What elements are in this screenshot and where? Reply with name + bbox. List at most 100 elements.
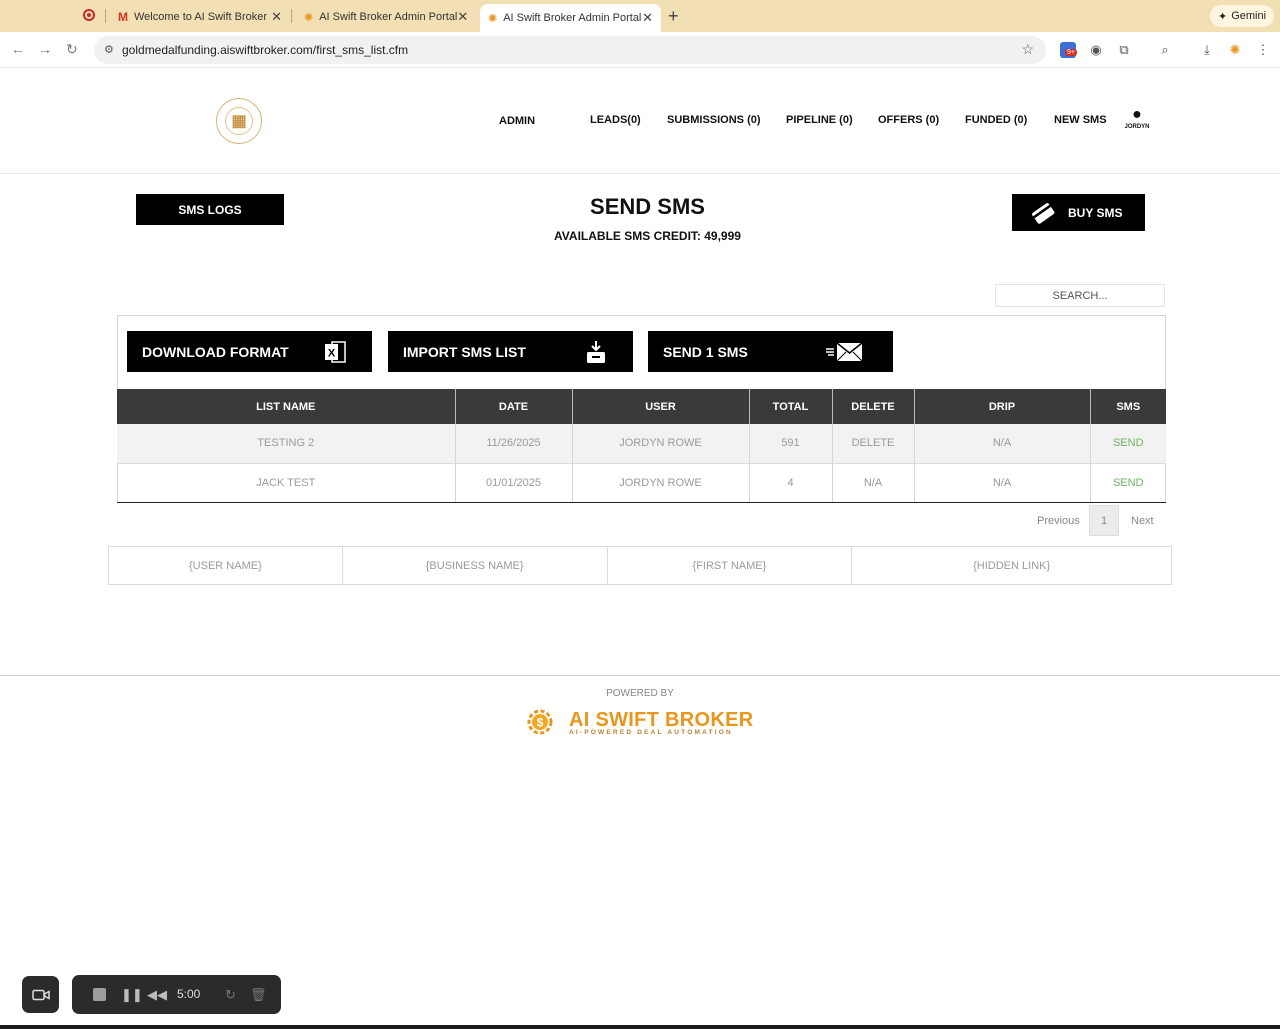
tab-welcome[interactable]: M Welcome to AI Swift Broker · ✕: [110, 4, 290, 30]
send-1-sms-button[interactable]: SEND 1 SMS: [648, 331, 893, 372]
tab-title: AI Swift Broker Admin Portal: [319, 11, 458, 23]
column-header-sms[interactable]: SMS: [1090, 389, 1166, 424]
gemini-label: Gemini: [1231, 10, 1267, 22]
cell-delete: N/A: [832, 463, 915, 503]
footer-brand-logo[interactable]: $ AI SWIFT BROKER AI-POWERED DEAL AUTOMA…: [522, 704, 762, 742]
nav-submissions[interactable]: SUBMISSIONS (0): [667, 114, 761, 126]
tab-admin-portal-1[interactable]: ✺ AI Swift Broker Admin Portal ✕: [296, 4, 474, 30]
stop-icon[interactable]: [93, 988, 106, 1001]
close-tab-icon[interactable]: ✕: [642, 10, 653, 26]
gmail-icon: M: [118, 10, 128, 24]
gemini-button[interactable]: ✦ Gemini: [1210, 5, 1275, 27]
cell-user: JORDYN ROWE: [572, 424, 750, 464]
column-header-drip[interactable]: DRIP: [914, 389, 1091, 424]
video-camera-icon: [31, 989, 50, 1000]
close-tab-icon[interactable]: ✕: [271, 9, 282, 25]
reload-icon[interactable]: ↻: [66, 41, 78, 58]
pagination-next[interactable]: Next: [1131, 515, 1154, 527]
address-bar[interactable]: ⚙ goldmedalfunding.aiswiftbroker.com/fir…: [94, 36, 1046, 64]
download-icon[interactable]: ⤓: [1199, 42, 1215, 58]
sms-logs-button[interactable]: SMS LOGS: [136, 194, 284, 225]
svg-text:X: X: [328, 348, 336, 360]
company-logo[interactable]: ▦: [216, 98, 262, 144]
nav-new-sms[interactable]: NEW SMS: [1054, 114, 1107, 126]
import-sms-list-button[interactable]: IMPORT SMS LIST: [388, 331, 633, 372]
cell-list-name: JACK TEST: [117, 463, 456, 503]
page-title: SEND SMS: [590, 194, 705, 219]
new-tab-icon[interactable]: +: [668, 6, 679, 27]
column-header-delete[interactable]: DELETE: [832, 389, 915, 424]
buy-sms-label: BUY SMS: [1068, 205, 1123, 220]
token-row: {USER NAME} {BUSINESS NAME} {FIRST NAME}…: [108, 546, 1172, 585]
menu-kebab-icon[interactable]: ⋮: [1255, 42, 1271, 58]
send-link[interactable]: SEND: [1090, 424, 1166, 464]
pagination-current-page[interactable]: 1: [1089, 505, 1119, 536]
table-row: JACK TEST 01/01/2025 JORDYN ROWE 4 N/A N…: [117, 463, 1166, 503]
bookmark-star-icon[interactable]: ☆: [1021, 41, 1034, 58]
user-menu[interactable]: ● JORDYN: [1122, 106, 1152, 130]
tab-title: Welcome to AI Swift Broker ·: [134, 11, 272, 23]
column-header-date[interactable]: DATE: [455, 389, 573, 424]
nav-funded[interactable]: FUNDED (0): [965, 114, 1027, 126]
user-icon: ●: [1132, 106, 1142, 123]
site-settings-icon[interactable]: ⚙: [104, 43, 114, 56]
camera-toggle-button[interactable]: [22, 976, 59, 1013]
footer-divider: [0, 675, 1280, 676]
sparkle-icon: ✦: [1218, 10, 1228, 23]
tab-separator: [291, 9, 292, 23]
browser-toolbar: ← → ↻ ⚙ goldmedalfunding.aiswiftbroker.c…: [0, 32, 1280, 68]
merge-tokens-table: {USER NAME} {BUSINESS NAME} {FIRST NAME}…: [108, 546, 1172, 585]
profile-avatar-icon[interactable]: ✺: [1227, 42, 1243, 58]
rewind-icon[interactable]: ◀◀: [147, 987, 167, 1003]
sun-favicon-icon: ✺: [304, 11, 314, 24]
token-hidden-link[interactable]: {HIDDEN LINK}: [851, 546, 1172, 585]
extension-globe-icon[interactable]: ◉: [1088, 42, 1104, 58]
cell-date: 01/01/2025: [455, 463, 573, 503]
forward-icon[interactable]: →: [38, 41, 52, 57]
column-header-list-name[interactable]: LIST NAME: [117, 389, 456, 424]
nav-pipeline[interactable]: PIPELINE (0): [786, 114, 853, 126]
nav-offers[interactable]: OFFERS (0): [878, 114, 939, 126]
nav-admin[interactable]: ADMIN: [499, 115, 535, 127]
pause-icon[interactable]: ❚❚: [121, 987, 143, 1003]
url-text: goldmedalfunding.aiswiftbroker.com/first…: [122, 43, 409, 57]
close-tab-icon[interactable]: ✕: [457, 9, 468, 25]
credit-card-icon: [1032, 202, 1055, 224]
column-header-total[interactable]: TOTAL: [749, 389, 833, 424]
nav-leads[interactable]: LEADS(0): [590, 114, 641, 126]
trash-icon[interactable]: 🗑: [250, 987, 267, 1003]
table-header-row: LIST NAME DATE USER TOTAL DELETE DRIP SM…: [117, 389, 1166, 424]
column-header-user[interactable]: USER: [572, 389, 750, 424]
send-link[interactable]: SEND: [1090, 463, 1166, 503]
back-icon[interactable]: ←: [11, 41, 25, 57]
search-input[interactable]: [995, 284, 1165, 307]
cell-drip: N/A: [914, 424, 1091, 464]
tab-search-icon[interactable]: ⌕: [1157, 42, 1173, 58]
recording-time: 5:00: [177, 987, 201, 1001]
restart-icon[interactable]: ↻: [225, 987, 236, 1003]
recording-indicator-icon: [83, 9, 95, 21]
tab-admin-portal-active[interactable]: ✺ AI Swift Broker Admin Portal ✕: [480, 4, 661, 32]
recording-controls: ❚❚ ◀◀ 5:00 ↻ 🗑: [72, 975, 281, 1014]
token-user-name[interactable]: {USER NAME}: [108, 546, 343, 585]
envelope-icon: [826, 342, 863, 362]
sun-favicon-icon: ✺: [488, 12, 498, 25]
buy-sms-button[interactable]: BUY SMS: [1012, 194, 1145, 231]
import-sms-list-label: IMPORT SMS LIST: [403, 343, 526, 360]
cell-total: 591: [749, 424, 833, 464]
cell-user: JORDYN ROWE: [572, 463, 750, 503]
user-name: JORDYN: [1124, 124, 1150, 130]
extension-badge: 9+: [1065, 49, 1077, 56]
excel-icon: X: [325, 341, 346, 363]
token-business-name[interactable]: {BUSINESS NAME}: [341, 546, 608, 585]
pagination-previous[interactable]: Previous: [1037, 515, 1080, 527]
extensions-puzzle-icon[interactable]: ⧉: [1116, 42, 1132, 58]
download-format-label: DOWNLOAD FORMAT: [142, 343, 289, 360]
token-first-name[interactable]: {FIRST NAME}: [606, 546, 853, 585]
svg-text:$: $: [537, 716, 544, 730]
brand-tagline: AI-POWERED DEAL AUTOMATION: [569, 729, 733, 736]
logo-mark-icon: ▦: [225, 107, 253, 135]
cell-total: 4: [749, 463, 833, 503]
download-format-button[interactable]: DOWNLOAD FORMAT X: [127, 331, 372, 372]
delete-link[interactable]: DELETE: [832, 424, 915, 464]
